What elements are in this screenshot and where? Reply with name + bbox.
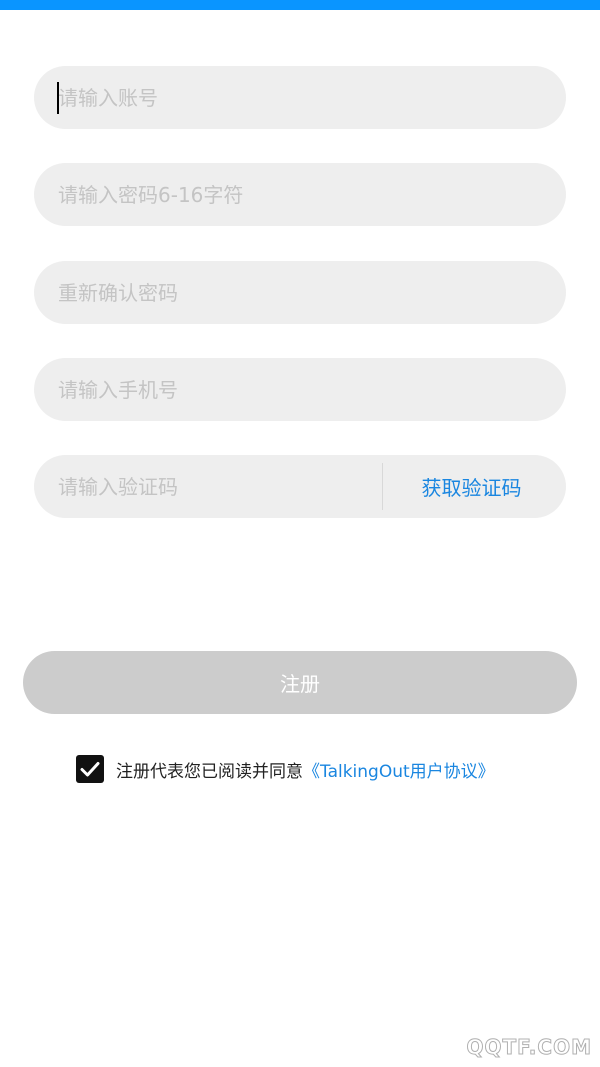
phone-input[interactable]	[34, 358, 566, 421]
confirm-password-field[interactable]	[34, 261, 566, 324]
password-input[interactable]	[34, 163, 566, 226]
phone-field[interactable]	[34, 358, 566, 421]
password-field[interactable]	[34, 163, 566, 226]
account-field[interactable]	[34, 66, 566, 129]
check-icon	[80, 762, 100, 777]
top-status-bar	[0, 0, 600, 10]
watermark-logo: QQTF.COM	[466, 1035, 592, 1060]
agreement-row: 注册代表您已阅读并同意 《TalkingOut用户协议》	[76, 755, 495, 783]
agreement-text: 注册代表您已阅读并同意	[116, 761, 303, 782]
verification-code-input[interactable]	[34, 455, 382, 518]
confirm-password-input[interactable]	[34, 261, 566, 324]
register-button[interactable]: 注册	[23, 651, 577, 714]
text-caret	[57, 82, 59, 114]
verification-code-field[interactable]: 获取验证码	[34, 455, 566, 518]
get-code-button[interactable]: 获取验证码	[383, 455, 566, 518]
agreement-checkbox[interactable]	[76, 755, 104, 783]
account-input[interactable]	[34, 66, 566, 129]
user-agreement-link[interactable]: 《TalkingOut用户协议》	[303, 757, 495, 782]
